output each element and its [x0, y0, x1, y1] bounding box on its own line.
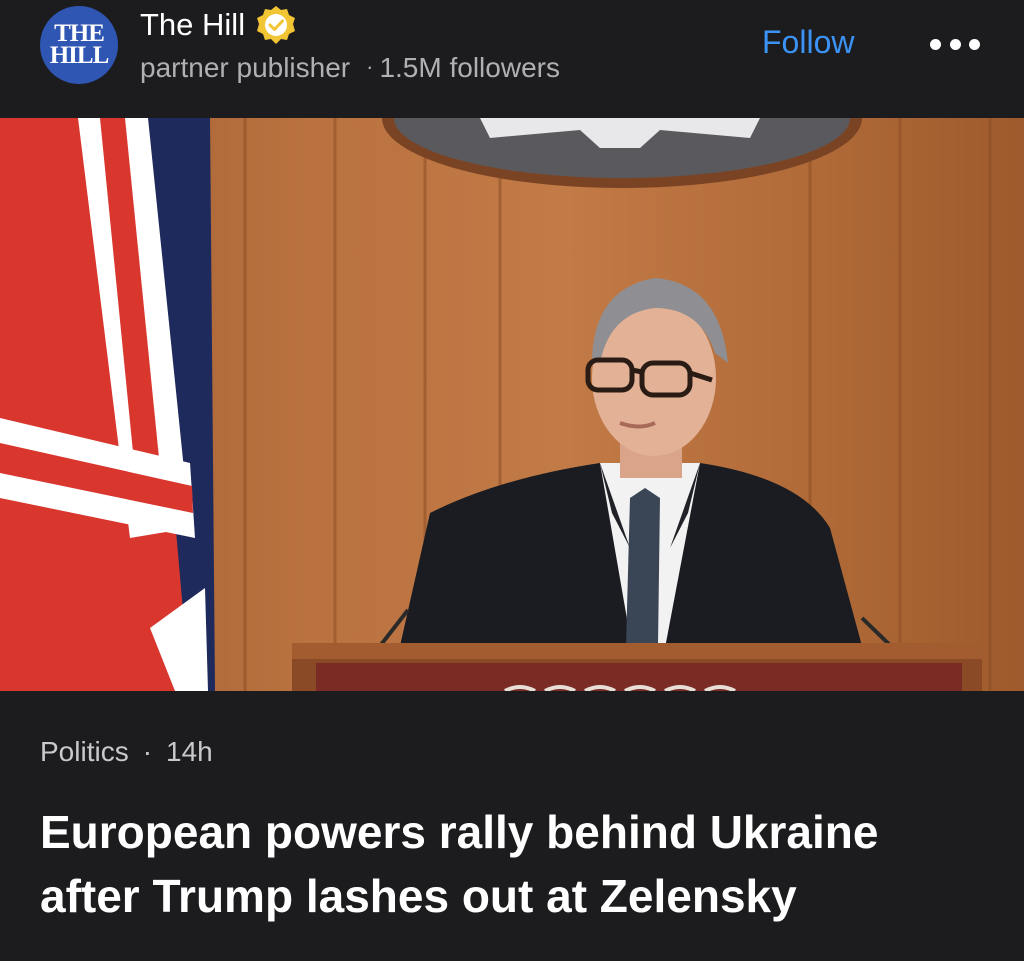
follow-button[interactable]: Follow: [762, 24, 854, 61]
more-dot: [969, 38, 980, 50]
article-photo[interactable]: [0, 118, 1024, 691]
meta-separator: ·: [366, 54, 374, 79]
logo-text-bottom: HILL: [49, 42, 110, 69]
publisher-avatar[interactable]: THE HILL: [40, 6, 118, 84]
article-photo-illustration: [0, 118, 992, 691]
publisher-name-row[interactable]: The Hill: [140, 4, 297, 46]
follower-count: 1.5M followers: [379, 52, 560, 83]
publisher-type: partner publisher: [140, 52, 351, 83]
article-meta: Politics · 14h: [40, 736, 213, 768]
publisher-name[interactable]: The Hill: [140, 7, 245, 43]
article-category[interactable]: Politics: [40, 736, 129, 767]
article-age: 14h: [166, 736, 213, 767]
publisher-header: THE HILL The Hill partner publisher · 1.5M…: [0, 0, 1024, 118]
verified-badge-icon: [257, 6, 296, 44]
more-dot: [949, 38, 961, 50]
more-icon[interactable]: [930, 34, 980, 54]
more-dot: [930, 38, 941, 50]
publisher-meta: partner publisher · 1.5M followers: [140, 52, 560, 84]
article-headline[interactable]: European powers rally behind Ukraine aft…: [40, 800, 990, 928]
meta-separator: ·: [142, 736, 153, 767]
